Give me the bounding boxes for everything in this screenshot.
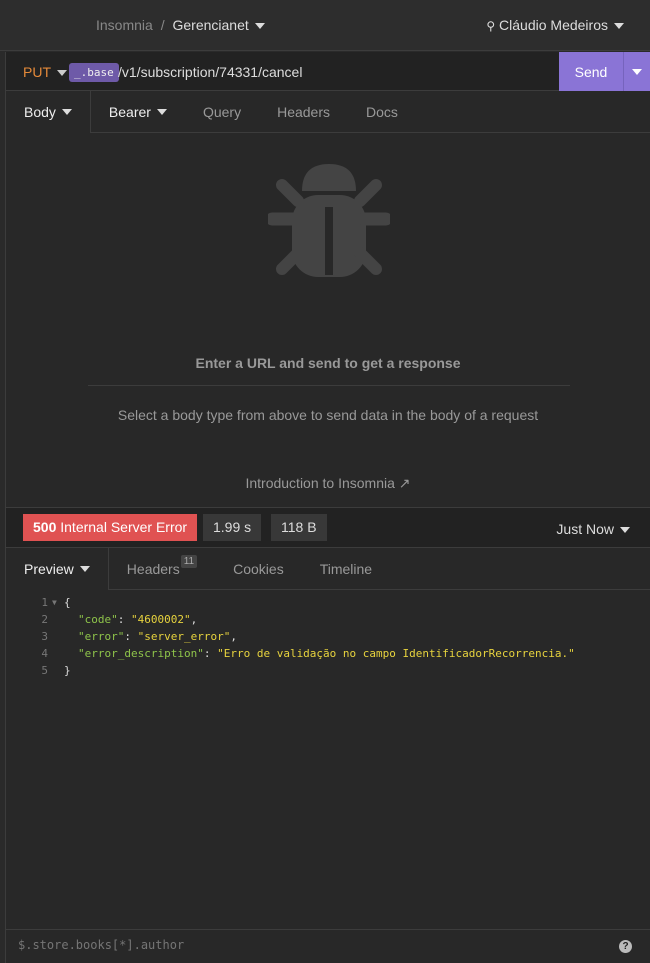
intro-link-label: Introduction to Insomnia <box>245 475 395 491</box>
chevron-down-icon <box>57 70 67 77</box>
chevron-down-icon <box>632 69 642 75</box>
status-badge: 500 Internal Server Error <box>23 514 198 541</box>
code-line: 4 "error_description": "Erro de validação… <box>6 645 650 662</box>
tab-headers[interactable]: Headers <box>259 91 348 132</box>
response-size: 118 B <box>271 514 327 541</box>
help-icon[interactable]: ? <box>619 940 632 953</box>
chevron-down-icon <box>79 566 90 572</box>
tab-preview[interactable]: Preview <box>6 548 109 590</box>
json-key: "error_description" <box>78 647 204 660</box>
status-text: Internal Server Error <box>60 519 188 535</box>
tab-auth[interactable]: Bearer <box>91 91 185 132</box>
tab-cookies[interactable]: Cookies <box>215 548 302 589</box>
code-line: 5} <box>6 662 650 679</box>
response-preview[interactable]: 1 ▼{ 2 "code": "4600002", 3 "error": "serve… <box>6 590 650 679</box>
main-panel: PUT _.base /v1/subscription/74331/cancel… <box>5 52 650 963</box>
code-line: 1 ▼{ <box>6 594 650 611</box>
line-number: 1 <box>41 596 48 609</box>
url-bar: PUT _.base /v1/subscription/74331/cancel… <box>6 52 650 91</box>
json-value: "Erro de validação no campo Identificado… <box>217 647 575 660</box>
tab-query[interactable]: Query <box>185 91 259 132</box>
url-input[interactable]: /v1/subscription/74331/cancel <box>118 64 302 80</box>
breadcrumb-app[interactable]: Insomnia <box>96 17 153 33</box>
external-link-icon: ↗ <box>398 475 411 491</box>
send-button[interactable]: Send <box>559 52 623 91</box>
fold-icon[interactable]: ▼ <box>52 594 64 611</box>
chevron-down-icon <box>254 23 265 30</box>
method-dropdown[interactable]: PUT <box>23 64 67 80</box>
code-text: { <box>64 596 71 609</box>
json-value: "4600002" <box>131 613 191 626</box>
json-value: "server_error" <box>137 630 231 643</box>
tab-response-headers[interactable]: Headers 11 <box>109 548 215 589</box>
line-number: 3 <box>41 630 48 643</box>
line-number: 5 <box>41 664 48 677</box>
request-tabs: Body Bearer Query Headers Docs <box>6 91 650 133</box>
code-text: , <box>190 613 198 626</box>
chevron-down-icon <box>620 527 630 534</box>
chevron-down-icon <box>61 109 72 115</box>
tab-body[interactable]: Body <box>6 91 91 133</box>
empty-state: Enter a URL and send to get a response S… <box>6 133 650 508</box>
code-line: 3 "error": "server_error", <box>6 628 650 645</box>
workspace-dropdown[interactable]: Gerencianet <box>172 17 265 33</box>
line-number: 4 <box>41 647 48 660</box>
response-tabs: Preview Headers 11 Cookies Timeline <box>6 548 650 590</box>
empty-title: Enter a URL and send to get a response <box>195 355 461 371</box>
json-key: "code" <box>78 613 118 626</box>
history-dropdown[interactable]: Just Now <box>556 521 630 537</box>
tab-docs[interactable]: Docs <box>348 91 416 132</box>
empty-subtitle: Select a body type from above to send da… <box>117 407 539 423</box>
top-bar: Insomnia / Gerencianet ⚲ Cláudio Medeiro… <box>0 0 650 51</box>
code-text: } <box>64 664 71 677</box>
chevron-down-icon <box>156 108 167 115</box>
tab-timeline[interactable]: Timeline <box>302 548 390 589</box>
line-number: 2 <box>41 613 48 626</box>
status-code: 500 <box>33 519 57 535</box>
tab-label: Body <box>24 104 56 120</box>
response-filter-input[interactable] <box>18 938 418 952</box>
tab-label: Headers <box>126 560 180 577</box>
history-label: Just Now <box>556 521 614 537</box>
bug-icon <box>268 164 390 277</box>
code-line: 2 "code": "4600002", <box>6 611 650 628</box>
response-time: 1.99 s <box>203 514 262 541</box>
user-icon: ⚲ <box>486 19 496 33</box>
workspace-name: Gerencianet <box>172 17 249 33</box>
intro-link[interactable]: Introduction to Insomnia ↗ <box>6 475 650 492</box>
tab-label: Preview <box>24 561 74 577</box>
filter-bar: ? <box>6 929 650 963</box>
method-label: PUT <box>23 64 51 80</box>
code-text: , <box>230 630 237 643</box>
tab-label: Bearer <box>108 103 151 120</box>
user-name: Cláudio Medeiros <box>499 17 608 33</box>
json-key: "error" <box>78 630 125 643</box>
env-variable-tag[interactable]: _.base <box>69 63 119 82</box>
chevron-down-icon <box>614 23 624 30</box>
breadcrumb-separator: / <box>160 17 165 33</box>
send-options-button[interactable] <box>623 52 650 91</box>
headers-count-badge: 11 <box>180 555 198 568</box>
response-bar: 500 Internal Server Error 1.99 s 118 B J… <box>6 508 650 548</box>
breadcrumb: Insomnia / Gerencianet <box>96 17 265 33</box>
user-menu[interactable]: ⚲ Cláudio Medeiros <box>486 17 624 33</box>
divider <box>88 385 570 386</box>
